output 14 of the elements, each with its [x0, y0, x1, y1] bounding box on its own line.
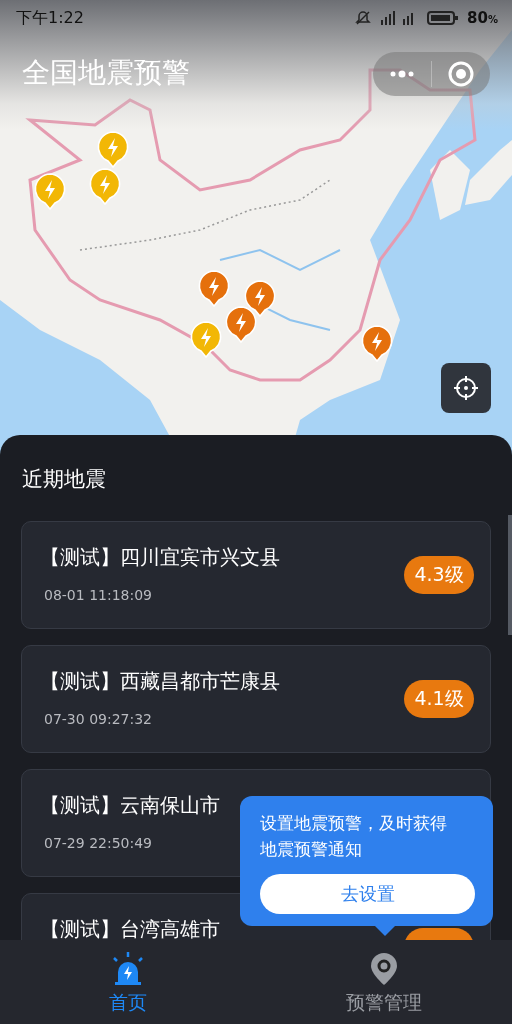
status-time: 下午1:22 — [16, 7, 84, 29]
earthquake-title: 【测试】台湾高雄市 — [40, 916, 221, 940]
earthquake-title: 【测试】西藏昌都市芒康县 — [40, 668, 281, 695]
earthquake-title: 【测试】四川宜宾市兴文县 — [40, 544, 281, 571]
battery-level: 80% — [467, 9, 498, 27]
magnitude-badge: 4.1级 — [404, 680, 474, 718]
earthquake-time: 07-29 22:50:49 — [44, 835, 152, 851]
earthquake-title: 【测试】云南保山市 — [40, 792, 221, 819]
magnitude-badge: 4.3级 — [404, 556, 474, 594]
section-title: 近期地震 — [21, 466, 107, 493]
tooltip-text: 设置地震预警，及时获得地震预警通知 — [260, 812, 448, 861]
page-title: 全国地震预警 — [22, 55, 190, 91]
earthquake-time: 07-30 09:27:32 — [44, 711, 152, 727]
earthquake-time: 08-01 11:18:09 — [44, 587, 152, 603]
